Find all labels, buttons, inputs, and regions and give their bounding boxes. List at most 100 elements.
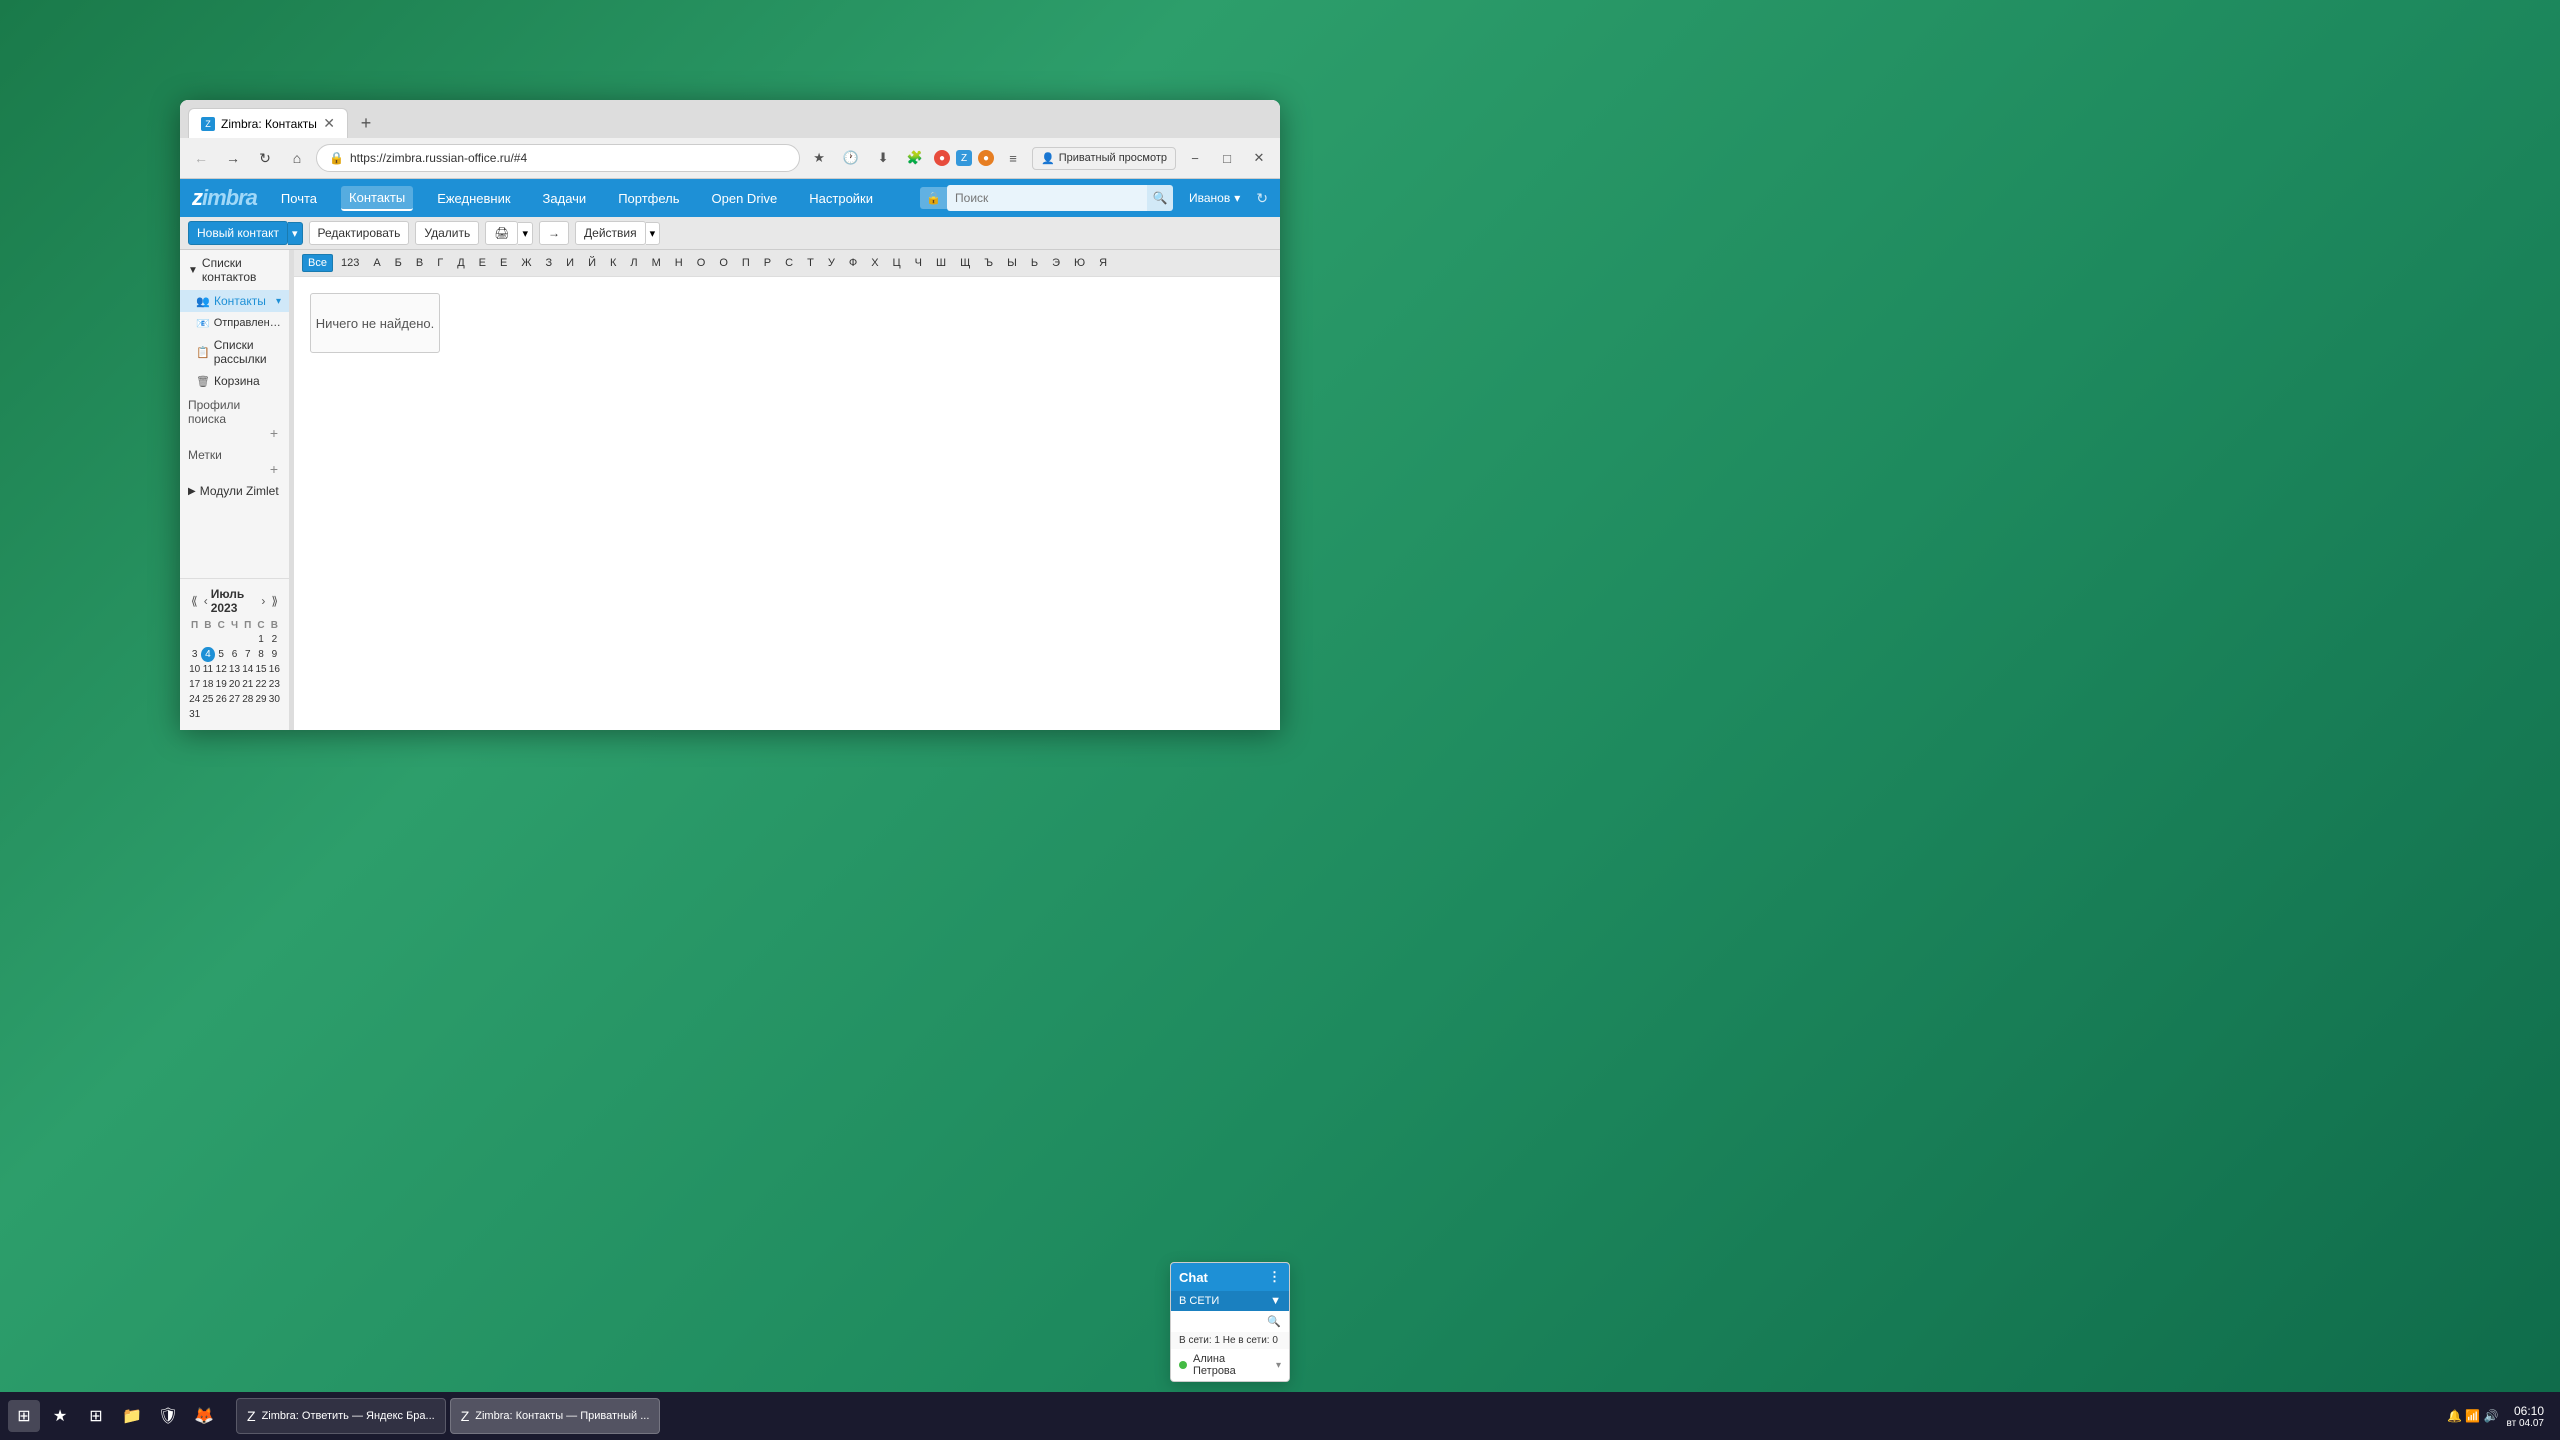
cal-day[interactable]: 23 <box>268 677 281 692</box>
maximize-button[interactable]: □ <box>1214 145 1240 171</box>
cal-day[interactable]: 16 <box>268 662 281 677</box>
contacts-section-header[interactable]: ▼ Списки контактов <box>180 250 289 290</box>
minimize-button[interactable]: − <box>1182 145 1208 171</box>
contacts-dropdown[interactable]: ▾ <box>276 296 281 307</box>
alpha-btn-э[interactable]: Э <box>1046 254 1066 272</box>
alpha-btn-д[interactable]: Д <box>451 254 470 272</box>
cal-day[interactable]: 28 <box>241 692 254 707</box>
alpha-btn-123[interactable]: 123 <box>335 254 365 272</box>
cal-day[interactable]: 29 <box>254 692 267 707</box>
alpha-btn-b[interactable]: B <box>410 254 429 272</box>
alpha-btn-м[interactable]: М <box>646 254 667 272</box>
taskbar-app-2[interactable]: Z Zimbra: Контакты — Приватный ... <box>450 1398 661 1434</box>
chat-status-dropdown[interactable]: В СЕТИ ▼ <box>1171 1291 1289 1311</box>
cal-day[interactable]: 7 <box>241 647 254 662</box>
cal-day[interactable]: 25 <box>201 692 214 707</box>
add-profile-button[interactable]: + <box>267 426 281 440</box>
alpha-btn-н[interactable]: Н <box>669 254 689 272</box>
alpha-btn-л[interactable]: Л <box>624 254 643 272</box>
alpha-btn-все[interactable]: Все <box>302 254 333 272</box>
home-button[interactable]: ⌂ <box>284 145 310 171</box>
alpha-btn-ч[interactable]: Ч <box>909 254 928 272</box>
new-contact-button[interactable]: Новый контакт <box>188 221 288 245</box>
browser-tab-active[interactable]: Z Zimbra: Контакты ✕ <box>188 108 348 138</box>
alpha-btn-х[interactable]: Х <box>865 254 884 272</box>
user-dropdown[interactable]: ▾ <box>1234 191 1240 205</box>
search-taskbar-button[interactable]: ★ <box>44 1400 76 1432</box>
new-contact-dropdown[interactable]: ▾ <box>288 222 303 245</box>
cal-day[interactable]: 4 <box>201 647 214 662</box>
shield-button[interactable]: 🛡 <box>152 1400 184 1432</box>
alpha-btn-и[interactable]: И <box>560 254 580 272</box>
cal-day[interactable]: 11 <box>201 662 214 677</box>
alpha-btn-t[interactable]: T <box>801 254 820 272</box>
close-button[interactable]: ✕ <box>1246 145 1272 171</box>
extensions-button[interactable]: 🧩 <box>902 145 928 171</box>
back-button[interactable]: ← <box>188 145 214 171</box>
alpha-btn-п[interactable]: П <box>736 254 756 272</box>
apps-button[interactable]: ⊞ <box>80 1400 112 1432</box>
alpha-btn-ф[interactable]: Ф <box>843 254 863 272</box>
edit-button[interactable]: Редактировать <box>309 221 410 245</box>
alpha-btn-o[interactable]: O <box>691 254 712 272</box>
cal-day[interactable]: 31 <box>188 707 201 722</box>
alpha-btn-e[interactable]: E <box>473 254 492 272</box>
cal-day[interactable]: 12 <box>215 662 228 677</box>
alpha-btn-р[interactable]: Р <box>758 254 777 272</box>
nav-item-tasks[interactable]: Задачи <box>535 187 595 210</box>
forward-button[interactable]: → <box>220 145 246 171</box>
actions-dropdown[interactable]: ▾ <box>646 222 661 245</box>
cal-day[interactable]: 26 <box>215 692 228 707</box>
url-bar[interactable]: 🔒 https://zimbra.russian-office.ru/#4 <box>316 144 800 172</box>
alpha-btn-ъ[interactable]: Ъ <box>978 254 999 272</box>
cal-next[interactable]: › <box>258 594 268 608</box>
alpha-btn-к[interactable]: К <box>604 254 622 272</box>
cal-day[interactable]: 21 <box>241 677 254 692</box>
cal-day[interactable]: 15 <box>254 662 267 677</box>
nav-item-settings[interactable]: Настройки <box>801 187 881 210</box>
alpha-btn-с[interactable]: С <box>779 254 799 272</box>
cal-day[interactable]: 6 <box>228 647 241 662</box>
cal-day[interactable]: 19 <box>215 677 228 692</box>
bookmark-button[interactable]: ★ <box>806 145 832 171</box>
cal-day[interactable]: 13 <box>228 662 241 677</box>
print-dropdown[interactable]: ▾ <box>518 222 533 245</box>
cal-day[interactable]: 20 <box>228 677 241 692</box>
alpha-btn-е[interactable]: Е <box>494 254 513 272</box>
nav-item-contacts[interactable]: Контакты <box>341 186 413 211</box>
alpha-btn-ц[interactable]: Ц <box>887 254 907 272</box>
alpha-btn-у[interactable]: У <box>822 254 841 272</box>
alpha-btn-ы[interactable]: Ы <box>1001 254 1023 272</box>
alpha-btn-a[interactable]: A <box>367 254 386 272</box>
firefox-button[interactable]: 🦊 <box>188 1400 220 1432</box>
sidebar-item-sent[interactable]: 📧 Отправленные по электронн... <box>180 312 289 334</box>
cal-day[interactable]: 5 <box>215 647 228 662</box>
refresh-button[interactable]: ↻ <box>1256 190 1268 207</box>
cal-day[interactable]: 18 <box>201 677 214 692</box>
files-button[interactable]: 📁 <box>116 1400 148 1432</box>
cal-next-next[interactable]: ⟫ <box>268 594 281 608</box>
alpha-btn-ь[interactable]: Ь <box>1025 254 1044 272</box>
cal-day[interactable]: 8 <box>254 647 267 662</box>
reload-button[interactable]: ↻ <box>252 145 278 171</box>
actions-button[interactable]: Действия <box>575 221 646 245</box>
nav-item-portfolio[interactable]: Портфель <box>610 187 687 210</box>
alpha-btn-з[interactable]: З <box>540 254 559 272</box>
nav-item-calendar[interactable]: Ежедневник <box>429 187 518 210</box>
cal-day[interactable]: 9 <box>268 647 281 662</box>
cal-day[interactable]: 30 <box>268 692 281 707</box>
nav-item-opendrive[interactable]: Open Drive <box>704 187 786 210</box>
alpha-btn-ю[interactable]: Ю <box>1068 254 1091 272</box>
chat-search-icon[interactable]: 🔍 <box>1267 1315 1281 1328</box>
sidebar-item-contacts[interactable]: 👥 Контакты ▾ <box>180 290 289 312</box>
cal-day[interactable]: 2 <box>268 632 281 647</box>
start-button[interactable]: ⊞ <box>8 1400 40 1432</box>
alpha-btn-г[interactable]: Г <box>431 254 449 272</box>
cal-day[interactable]: 27 <box>228 692 241 707</box>
more-button[interactable]: ≡ <box>1000 145 1026 171</box>
sidebar-item-trash[interactable]: 🗑 Корзина <box>180 370 289 392</box>
tab-close-button[interactable]: ✕ <box>323 115 335 132</box>
add-label-button[interactable]: + <box>267 462 281 476</box>
chat-more-button[interactable]: ⋮ <box>1268 1269 1281 1285</box>
taskbar-app-1[interactable]: Z Zimbra: Ответить — Яндекс Бра... <box>236 1398 446 1434</box>
